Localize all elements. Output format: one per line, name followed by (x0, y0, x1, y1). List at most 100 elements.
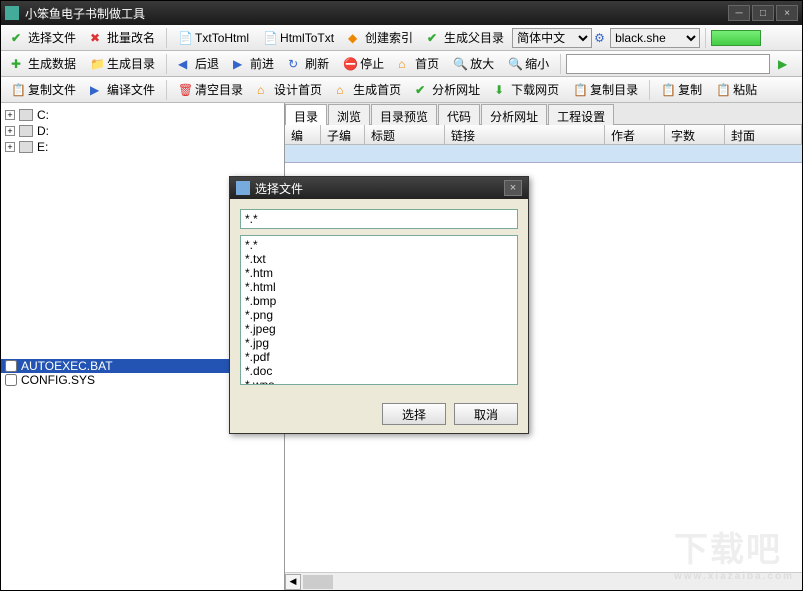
refresh-label: 刷新 (305, 55, 329, 72)
check-icon: ✔ (415, 83, 429, 97)
app-title: 小笨鱼电子书制做工具 (25, 5, 728, 22)
list-item[interactable]: *.html (245, 280, 513, 294)
expand-icon[interactable]: + (5, 142, 15, 152)
create-index-button[interactable]: ◆创建索引 (342, 26, 419, 49)
col-number[interactable]: 编号 (285, 125, 321, 144)
gen-dir-label: 生成目录 (107, 55, 155, 72)
txt-to-html-label: TxtToHtml (195, 31, 249, 45)
zoom-out-icon: 🔍 (508, 57, 522, 71)
home-button[interactable]: ⌂首页 (392, 52, 445, 75)
select-file-button[interactable]: ✔选择文件 (5, 26, 82, 49)
analyze-url-button[interactable]: ✔分析网址 (409, 78, 486, 101)
download-web-button[interactable]: ⬇下载网页 (488, 78, 565, 101)
compile-file-button[interactable]: ▶编译文件 (84, 78, 161, 101)
close-button[interactable]: × (776, 5, 798, 21)
scroll-thumb[interactable] (303, 575, 333, 589)
select-button[interactable]: 选择 (382, 403, 446, 425)
tab-analyze[interactable]: 分析网址 (481, 104, 547, 125)
file-checkbox[interactable] (5, 360, 17, 372)
back-button[interactable]: ◀后退 (172, 52, 225, 75)
filter-input[interactable] (240, 209, 518, 229)
download-web-label: 下载网页 (511, 81, 559, 98)
forward-button[interactable]: ▶前进 (227, 52, 280, 75)
file-checkbox[interactable] (5, 374, 17, 386)
design-icon: ⌂ (257, 83, 271, 97)
forward-icon: ▶ (233, 57, 247, 71)
zoom-out-button[interactable]: 🔍缩小 (502, 52, 555, 75)
list-item[interactable]: *.txt (245, 252, 513, 266)
paste-button[interactable]: 📋粘贴 (710, 78, 763, 101)
col-subnumber[interactable]: 子编号 (321, 125, 365, 144)
col-title[interactable]: 标题 (365, 125, 445, 144)
tree-item[interactable]: +C: (5, 107, 280, 123)
list-item[interactable]: *.jpg (245, 336, 513, 350)
list-item[interactable]: *.bmp (245, 294, 513, 308)
window-buttons: ─ □ × (728, 5, 798, 21)
drive-icon (19, 125, 33, 137)
copy-file-label: 复制文件 (28, 81, 76, 98)
language-select[interactable]: 简体中文 (512, 28, 592, 48)
theme-select[interactable]: black.she (610, 28, 700, 48)
separator (166, 28, 167, 48)
gen-dir-button[interactable]: 📁生成目录 (84, 52, 161, 75)
dialog-close-button[interactable]: × (504, 180, 522, 196)
design-home-button[interactable]: ⌂设计首页 (251, 78, 328, 101)
minimize-button[interactable]: ─ (728, 5, 750, 21)
tab-bar: 目录 浏览 目录预览 代码 分析网址 工程设置 (285, 103, 802, 125)
stop-button[interactable]: ⛔停止 (337, 52, 390, 75)
compile-file-label: 编译文件 (107, 81, 155, 98)
scroll-left-icon[interactable]: ◀ (285, 574, 301, 590)
list-item[interactable]: *.jpeg (245, 322, 513, 336)
filter-list[interactable]: *.* *.txt *.htm *.html *.bmp *.png *.jpe… (240, 235, 518, 385)
copy-dir-label: 复制目录 (590, 81, 638, 98)
list-item[interactable]: *.wps (245, 378, 513, 385)
copy-button[interactable]: 📋复制 (655, 78, 708, 101)
expand-icon[interactable]: + (5, 126, 15, 136)
html-to-txt-label: HtmlToTxt (280, 31, 334, 45)
expand-icon[interactable]: + (5, 110, 15, 120)
dialog-titlebar[interactable]: 选择文件 × (230, 177, 528, 199)
tab-preview[interactable]: 目录预览 (371, 104, 437, 125)
toolbar-1: ✔选择文件 ✖批量改名 📄TxtToHtml 📄HtmlToTxt ◆创建索引 … (1, 25, 802, 51)
tree-item[interactable]: +E: (5, 139, 280, 155)
tab-code[interactable]: 代码 (438, 104, 480, 125)
col-cover[interactable]: 封面 (725, 125, 802, 144)
gen-data-button[interactable]: ✚生成数据 (5, 52, 82, 75)
batch-rename-label: 批量改名 (107, 29, 155, 46)
col-author[interactable]: 作者 (605, 125, 665, 144)
txt-to-html-button[interactable]: 📄TxtToHtml (172, 28, 255, 48)
list-item[interactable]: *.doc (245, 364, 513, 378)
home-icon: ⌂ (398, 57, 412, 71)
refresh-icon: ↻ (288, 57, 302, 71)
paste-icon: 📋 (716, 83, 730, 97)
zoom-in-button[interactable]: 🔍放大 (447, 52, 500, 75)
url-input[interactable] (566, 54, 770, 74)
cancel-button[interactable]: 取消 (454, 403, 518, 425)
html-to-txt-button[interactable]: 📄HtmlToTxt (257, 28, 340, 48)
design-home-label: 设计首页 (274, 81, 322, 98)
tab-directory[interactable]: 目录 (285, 104, 327, 125)
go-button[interactable]: ▶ (772, 54, 798, 74)
separator (705, 28, 706, 48)
col-wordcount[interactable]: 字数 (665, 125, 725, 144)
tab-project[interactable]: 工程设置 (548, 104, 614, 125)
list-item[interactable]: *.png (245, 308, 513, 322)
rename-icon: ✖ (90, 31, 104, 45)
clear-dir-button[interactable]: 🗑清空目录 (172, 78, 249, 101)
back-icon: ◀ (178, 57, 192, 71)
list-item[interactable]: *.htm (245, 266, 513, 280)
refresh-button[interactable]: ↻刷新 (282, 52, 335, 75)
list-item[interactable]: *.* (245, 238, 513, 252)
horizontal-scrollbar[interactable]: ◀ (285, 572, 802, 590)
copy-file-button[interactable]: 📋复制文件 (5, 78, 82, 101)
tree-item[interactable]: +D: (5, 123, 280, 139)
gen-home-button[interactable]: ⌂生成首页 (330, 78, 407, 101)
empty-row (285, 145, 802, 163)
maximize-button[interactable]: □ (752, 5, 774, 21)
list-item[interactable]: *.pdf (245, 350, 513, 364)
batch-rename-button[interactable]: ✖批量改名 (84, 26, 161, 49)
copy-dir-button[interactable]: 📋复制目录 (567, 78, 644, 101)
gen-parent-dir-button[interactable]: ✔生成父目录 (421, 26, 510, 49)
tab-browse[interactable]: 浏览 (328, 104, 370, 125)
col-link[interactable]: 链接 (445, 125, 605, 144)
